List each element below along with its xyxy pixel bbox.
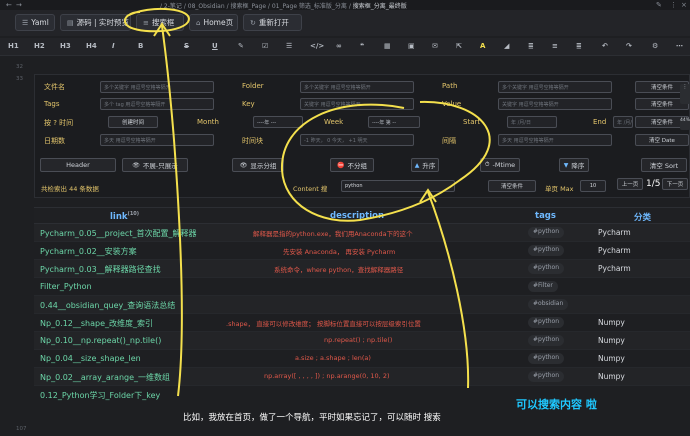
annotation-caption: 比如，我放在首页，做了一个导航，平时如果忘记了，可以随时 搜索 [183, 413, 441, 423]
arrow-to-search-button [161, 25, 183, 397]
obsidian-window: ← → / 2-笔记 / 08_Obsidian / 搜索框_Page / 01… [0, 0, 690, 436]
search-button-circle [124, 7, 190, 33]
annotation-overlay [124, 7, 491, 397]
annotation-callout: 可以搜索内容 啦 [516, 398, 597, 411]
content-search-loop [280, 100, 491, 222]
arrow-to-content-search [427, 191, 470, 389]
